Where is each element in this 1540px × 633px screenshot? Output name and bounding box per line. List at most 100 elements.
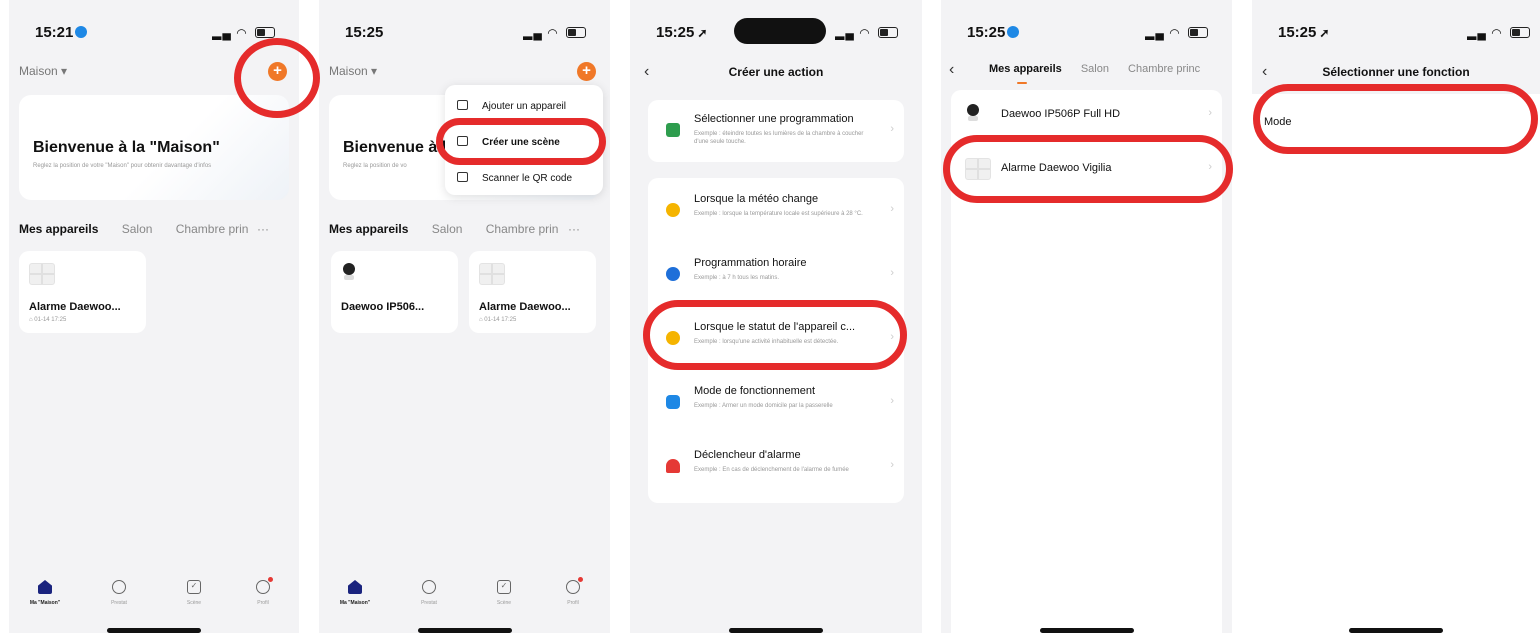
status-time: 15:25	[345, 24, 384, 41]
row-title: Sélectionner une programmation	[694, 113, 854, 125]
action-row[interactable]: Programmation horaire Exemple : à 7 h to…	[648, 244, 904, 306]
smile-icon	[422, 580, 436, 594]
tab-chambre[interactable]: Chambre prin	[486, 222, 559, 236]
action-row[interactable]: Mode de fonctionnement Exemple : Armer u…	[648, 372, 904, 434]
tab-mes-appareils[interactable]: Mes appareils	[19, 222, 98, 236]
home-indicator	[1349, 628, 1443, 633]
status-icons: ▂▄ ◠	[1145, 26, 1208, 40]
function-list: Mode	[1252, 94, 1540, 633]
status-bar: 15:25 ▂▄ ◠	[319, 0, 610, 62]
screen-select-device: 15:25 ▂▄ ◠ ‹ Mes appareils Salon Chambre…	[941, 0, 1232, 633]
battery-icon	[1510, 27, 1530, 38]
tab-label: Prestat	[421, 600, 437, 606]
nav-bar: ‹ Créer une action	[630, 63, 922, 83]
tab-label: Scène	[186, 600, 202, 606]
alarm-panel-icon	[479, 263, 505, 285]
device-tile[interactable]: Alarme Daewoo... ⌂ 01-14 17:25	[19, 251, 146, 333]
status-time: 15:25	[967, 24, 1006, 41]
qr-scan-icon	[457, 172, 468, 182]
back-chevron-icon[interactable]: ‹	[949, 61, 954, 79]
program-card: Sélectionner une programmation Exemple :…	[648, 100, 904, 162]
home-indicator	[729, 628, 823, 633]
status-time: 15:25	[656, 24, 695, 41]
tab-profil[interactable]: Profil	[543, 577, 603, 606]
location-icon	[1007, 26, 1020, 38]
add-device-icon	[457, 100, 468, 110]
home-indicator	[417, 628, 512, 633]
status-icons: ▂▄ ◠	[212, 26, 275, 40]
status-bar: 15:25 ➚ ▂▄ ◠	[1252, 0, 1540, 62]
action-row[interactable]: Déclencheur d'alarme Exemple : En cas de…	[648, 436, 904, 498]
menu-add-device[interactable]: Ajouter un appareil	[457, 100, 566, 112]
status-bar: 15:25 ➚ ▂▄ ◠	[630, 0, 922, 62]
tab-label: Scène	[496, 600, 512, 606]
tab-chambre[interactable]: Chambre princ	[1128, 63, 1200, 75]
action-row[interactable]: Sélectionner une programmation Exemple :…	[648, 100, 904, 162]
chevron-right-icon: ›	[890, 123, 894, 135]
tab-prestat[interactable]: Prestat	[89, 580, 149, 606]
add-button[interactable]: +	[577, 62, 596, 81]
row-subtitle: Exemple : lorsque la température locale …	[694, 211, 863, 217]
device-status: ⌂ 01-14 17:25	[29, 317, 67, 323]
device-status: ⌂ 01-14 17:25	[479, 317, 517, 323]
sun-icon	[666, 203, 680, 217]
page-title: Créer une action	[728, 65, 824, 79]
menu-scan-qr[interactable]: Scanner le QR code	[457, 172, 572, 184]
bottom-tab-bar: Ma "Maison" Prestat ✓ Scène Profil	[319, 577, 610, 616]
room-tabs: Mes appareils Salon Chambre princ	[989, 63, 1222, 75]
status-icons: ▂▄ ◠	[523, 26, 586, 40]
battery-icon	[1188, 27, 1208, 38]
action-row[interactable]: Lorsque la météo change Exemple : lorsqu…	[648, 180, 904, 242]
camera-icon	[965, 104, 981, 122]
tab-salon[interactable]: Salon	[122, 222, 153, 236]
welcome-subtitle: Reglez la position de vo	[343, 163, 407, 169]
alarm-bell-icon	[666, 459, 680, 473]
welcome-card[interactable]: Bienvenue à la "Maison" Reglez la positi…	[19, 95, 289, 200]
status-icons: ▂▄ ◠	[1467, 26, 1530, 40]
tab-maison[interactable]: Ma "Maison"	[15, 580, 75, 606]
tab-salon[interactable]: Salon	[1081, 63, 1109, 75]
device-name: Daewoo IP506P Full HD	[1001, 108, 1121, 120]
welcome-subtitle: Reglez la position de votre "Maison" pou…	[33, 163, 212, 169]
camera-icon	[341, 263, 357, 281]
highlight-ring	[1253, 84, 1538, 154]
chevron-right-icon: ›	[1208, 107, 1212, 119]
tab-label: Prestat	[111, 600, 127, 606]
row-title: Lorsque la météo change	[694, 193, 819, 205]
tab-label: Ma "Maison"	[29, 600, 61, 606]
home-selector[interactable]: Maison ▾	[19, 64, 67, 78]
tab-label: Profil	[567, 600, 579, 606]
chevron-right-icon: ›	[890, 459, 894, 471]
row-title: Mode de fonctionnement	[694, 385, 816, 397]
house-icon	[38, 580, 52, 594]
tab-profil[interactable]: Profil	[233, 577, 293, 606]
device-name: Daewoo IP506...	[341, 301, 425, 313]
nav-bar: ‹ Sélectionner une fonction	[1252, 63, 1540, 83]
device-tile[interactable]: Alarme Daewoo... ⌂ 01-14 17:25	[469, 251, 596, 333]
device-row[interactable]: Daewoo IP506P Full HD ›	[951, 90, 1222, 140]
tab-chambre[interactable]: Chambre prin	[176, 222, 249, 236]
chevron-right-icon: ›	[890, 395, 894, 407]
device-name: Alarme Daewoo...	[29, 301, 121, 313]
tab-salon[interactable]: Salon	[432, 222, 463, 236]
welcome-title: Bienvenue à l	[343, 139, 447, 156]
tab-maison[interactable]: Ma "Maison"	[325, 580, 385, 606]
row-subtitle: Exemple : à 7 h tous les matins.	[694, 275, 780, 281]
check-square-icon: ✓	[187, 580, 201, 594]
home-selector[interactable]: Maison ▾	[329, 64, 377, 78]
tab-mes-appareils[interactable]: Mes appareils	[329, 222, 408, 236]
more-tabs-button[interactable]: ···	[257, 222, 269, 236]
alarm-panel-icon	[29, 263, 55, 285]
tab-label: Ma "Maison"	[339, 600, 371, 606]
tab-scene[interactable]: ✓ Scène	[164, 580, 224, 606]
clock-icon	[666, 267, 680, 281]
tab-prestat[interactable]: Prestat	[399, 580, 459, 606]
more-tabs-button[interactable]: ···	[568, 222, 580, 236]
smile-icon	[112, 580, 126, 594]
check-square-icon: ✓	[497, 580, 511, 594]
battery-icon	[566, 27, 586, 38]
status-bar: 15:25 ▂▄ ◠	[941, 0, 1232, 62]
tab-mes-appareils[interactable]: Mes appareils	[989, 63, 1062, 75]
device-tile[interactable]: Daewoo IP506...	[331, 251, 458, 333]
tab-scene[interactable]: ✓ Scène	[474, 580, 534, 606]
